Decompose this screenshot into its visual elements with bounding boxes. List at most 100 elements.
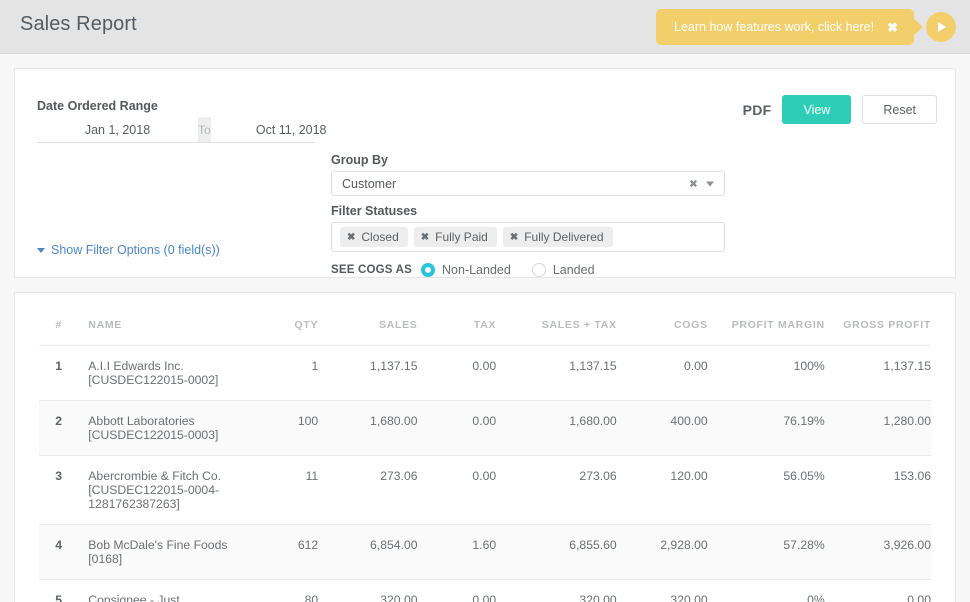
column-header-cogs[interactable]: COGS (616, 319, 708, 346)
cell-name: A.I.I Edwards Inc. [CUSDEC122015-0002] (78, 345, 238, 402)
cell-sales-plus-tax: 273.06 (496, 455, 617, 526)
column-header-gross-profit[interactable]: GROSS PROFIT (824, 319, 931, 346)
x-icon[interactable]: ✖ (689, 177, 698, 190)
column-header-tax[interactable]: TAX (417, 319, 497, 346)
cell-cogs: 320.00 (616, 579, 708, 602)
table-row[interactable]: 1 A.I.I Edwards Inc. [CUSDEC122015-0002]… (39, 345, 931, 402)
cell-profit-margin: 0% (707, 579, 825, 602)
column-header-index[interactable]: # (39, 319, 79, 346)
radio-non-landed[interactable]: Non-Landed (421, 263, 511, 277)
radio-icon-unselected[interactable] (531, 263, 546, 277)
cell-tax: 0.00 (417, 345, 497, 402)
cell-gross-profit: 1,280.00 (824, 400, 931, 457)
cell-qty: 11 (237, 455, 319, 526)
date-to-input[interactable] (210, 117, 372, 142)
cell-cogs: 120.00 (616, 455, 708, 526)
radio-non-landed-label: Non-Landed (442, 263, 511, 277)
cell-qty: 1 (237, 345, 319, 402)
chevron-down-icon (37, 247, 45, 253)
column-header-sales-plus-tax[interactable]: SALES + TAX (496, 319, 617, 346)
x-icon[interactable]: ✖ (421, 232, 429, 243)
table-row[interactable]: 5 Consignee - Just 80 320.00 0.00 320.00… (39, 579, 931, 602)
radio-icon-selected[interactable] (421, 263, 436, 277)
group-by-value: Customer (342, 176, 397, 191)
view-button[interactable]: View (782, 95, 852, 124)
cell-profit-margin: 57.28% (707, 524, 825, 581)
filter-panel: Date Ordered Range To Group By Customer … (14, 68, 956, 278)
cell-index: 2 (39, 400, 79, 457)
table-body: 1 A.I.I Edwards Inc. [CUSDEC122015-0002]… (39, 345, 931, 602)
cell-name: Abercrombie & Fitch Co. [CUSDEC122015-00… (78, 455, 238, 526)
column-header-name[interactable]: NAME (78, 319, 238, 346)
radio-landed-label: Landed (552, 263, 595, 277)
cell-profit-margin: 100% (707, 345, 825, 402)
cell-sales: 6,854.00 (318, 524, 418, 581)
cell-sales: 1,680.00 (318, 400, 418, 457)
status-tag-label: Fully Paid (435, 230, 488, 244)
table-row[interactable]: 2 Abbott Laboratories [CUSDEC122015-0003… (39, 400, 931, 457)
sales-report-table: # NAME QTY SALES TAX SALES + TAX COGS PR… (39, 319, 931, 602)
table-head: # NAME QTY SALES TAX SALES + TAX COGS PR… (39, 319, 931, 346)
cell-qty: 612 (237, 524, 319, 581)
date-ordered-range: Date Ordered Range To (37, 99, 372, 143)
status-tag-label: Closed (361, 230, 399, 244)
cell-index: 4 (39, 524, 79, 581)
group-by-select[interactable]: Customer ✖ (331, 171, 725, 196)
promo-text: Learn how features work, click here! (674, 20, 875, 34)
x-icon[interactable]: ✖ (510, 232, 518, 243)
pdf-button[interactable]: PDF (743, 102, 772, 118)
cell-tax: 0.00 (417, 579, 497, 602)
chevron-down-icon[interactable] (706, 181, 714, 186)
reset-button[interactable]: Reset (862, 95, 937, 124)
group-by-section: Group By Customer ✖ Filter Statuses ✖ Cl… (331, 153, 725, 277)
promo-bubble[interactable]: Learn how features work, click here! ✖ (656, 9, 923, 45)
cell-sales-plus-tax: 6,855.60 (496, 524, 617, 581)
cell-sales-plus-tax: 1,680.00 (496, 400, 617, 457)
cell-sales-plus-tax: 1,137.15 (496, 345, 617, 402)
status-tag-label: Fully Delivered (524, 230, 604, 244)
cell-qty: 100 (237, 400, 319, 457)
table-header-row: # NAME QTY SALES TAX SALES + TAX COGS PR… (39, 319, 931, 346)
cell-tax: 0.00 (417, 455, 497, 526)
cell-name: Abbott Laboratories [CUSDEC122015-0003] (78, 400, 238, 457)
table-row[interactable]: 4 Bob McDale's Fine Foods [0168] 612 6,8… (39, 524, 931, 581)
table-row[interactable]: 3 Abercrombie & Fitch Co. [CUSDEC122015-… (39, 455, 931, 526)
filter-statuses-box[interactable]: ✖ Closed ✖ Fully Paid ✖ Fully Delivered (331, 222, 725, 252)
radio-landed[interactable]: Landed (531, 263, 595, 277)
column-header-profit-margin[interactable]: PROFIT MARGIN (707, 319, 825, 346)
play-triangle (938, 22, 946, 32)
cell-gross-profit: 1,137.15 (824, 345, 931, 402)
cell-sales: 273.06 (318, 455, 418, 526)
cell-cogs: 0.00 (616, 345, 708, 402)
page-title: Sales Report (20, 13, 137, 35)
report-table-panel: # NAME QTY SALES TAX SALES + TAX COGS PR… (14, 292, 956, 602)
cell-index: 1 (39, 345, 79, 402)
promo-banner: Learn how features work, click here! ✖ (656, 9, 956, 45)
cell-profit-margin: 56.05% (707, 455, 825, 526)
cell-name: Consignee - Just (78, 579, 238, 602)
date-range-separator: To (198, 117, 211, 142)
cell-index: 5 (39, 579, 79, 602)
show-filter-options-link[interactable]: Show Filter Options (0 field(s)) (37, 243, 220, 257)
close-icon[interactable]: ✖ (887, 21, 898, 34)
column-header-sales[interactable]: SALES (318, 319, 418, 346)
play-icon[interactable] (926, 12, 956, 42)
cell-cogs: 400.00 (616, 400, 708, 457)
date-from-input[interactable] (37, 117, 198, 142)
cell-gross-profit: 3,926.00 (824, 524, 931, 581)
status-tag[interactable]: ✖ Closed (340, 227, 408, 247)
status-tag[interactable]: ✖ Fully Delivered (502, 227, 613, 247)
cell-gross-profit: 0.00 (824, 579, 931, 602)
top-bar: Sales Report Learn how features work, cl… (0, 0, 970, 54)
x-icon[interactable]: ✖ (347, 232, 355, 243)
cell-tax: 1.60 (417, 524, 497, 581)
status-tag[interactable]: ✖ Fully Paid (413, 227, 497, 247)
cell-sales: 1,137.15 (318, 345, 418, 402)
action-buttons: PDF View Reset (743, 95, 937, 124)
column-header-qty[interactable]: QTY (237, 319, 319, 346)
group-by-label: Group By (331, 153, 388, 167)
date-range-label: Date Ordered Range (37, 99, 158, 113)
see-cogs-as-row: SEE COGS AS Non-Landed Landed (331, 263, 725, 277)
cell-sales-plus-tax: 320.00 (496, 579, 617, 602)
cell-gross-profit: 153.06 (824, 455, 931, 526)
